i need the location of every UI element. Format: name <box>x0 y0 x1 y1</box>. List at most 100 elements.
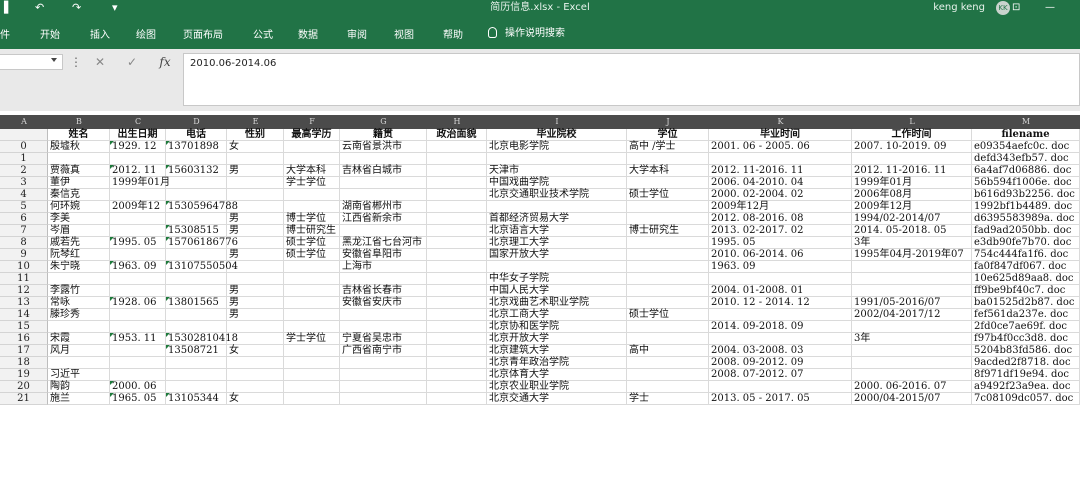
table-cell[interactable]: ff9be9bf40c7. doc <box>972 285 1080 297</box>
table-cell[interactable] <box>110 309 166 321</box>
formula-input[interactable]: 2010.06-2014.06 <box>183 53 1080 106</box>
table-cell[interactable]: 2009年12月 <box>709 201 852 213</box>
row-index[interactable]: 17 <box>0 345 48 357</box>
column-title[interactable]: 最高学历 <box>284 129 340 141</box>
table-cell[interactable] <box>284 153 340 165</box>
row-index[interactable]: 0 <box>0 141 48 153</box>
table-cell[interactable] <box>340 381 427 393</box>
tab-2[interactable]: 插入 <box>90 26 110 41</box>
table-cell[interactable] <box>284 285 340 297</box>
table-cell[interactable]: 天津市 <box>487 165 627 177</box>
row-index[interactable]: 8 <box>0 237 48 249</box>
table-cell[interactable] <box>110 189 166 201</box>
table-cell[interactable] <box>48 273 110 285</box>
table-cell[interactable]: 殷墟秋 <box>48 141 110 153</box>
table-cell[interactable] <box>110 321 166 333</box>
column-header-b[interactable]: B <box>48 115 110 129</box>
table-cell[interactable] <box>427 225 487 237</box>
table-cell[interactable] <box>340 393 427 405</box>
row-index[interactable]: 2 <box>0 165 48 177</box>
table-cell[interactable]: 2fd0ce7ae69f. doc <box>972 321 1080 333</box>
table-cell[interactable]: ba01525d2b87. doc <box>972 297 1080 309</box>
table-cell[interactable] <box>852 369 972 381</box>
column-title[interactable]: 学位 <box>627 129 709 141</box>
table-cell[interactable] <box>284 357 340 369</box>
table-cell[interactable] <box>110 249 166 261</box>
table-cell[interactable] <box>427 333 487 345</box>
table-cell[interactable]: 1963. 09 <box>709 261 852 273</box>
table-cell[interactable] <box>48 321 110 333</box>
table-cell[interactable] <box>284 201 340 213</box>
table-cell[interactable] <box>427 345 487 357</box>
table-cell[interactable] <box>284 297 340 309</box>
table-cell[interactable] <box>227 321 284 333</box>
row-index[interactable]: 19 <box>0 369 48 381</box>
table-cell[interactable] <box>427 201 487 213</box>
table-cell[interactable]: 2012. 11-2016. 11 <box>852 165 972 177</box>
table-cell[interactable]: 常咏 <box>48 297 110 309</box>
table-cell[interactable] <box>110 357 166 369</box>
table-cell[interactable]: 北京体育大学 <box>487 369 627 381</box>
table-cell[interactable] <box>627 201 709 213</box>
table-cell[interactable] <box>340 177 427 189</box>
table-cell[interactable]: 北京交通大学 <box>487 393 627 405</box>
column-title[interactable]: 姓名 <box>48 129 110 141</box>
table-cell[interactable] <box>427 165 487 177</box>
table-cell[interactable]: 754c444fa1f6. doc <box>972 249 1080 261</box>
table-cell[interactable]: 2002/04-2017/12 <box>852 309 972 321</box>
table-cell[interactable]: 2000. 06 <box>110 381 166 393</box>
table-cell[interactable] <box>427 153 487 165</box>
table-cell[interactable] <box>48 357 110 369</box>
table-cell[interactable]: 硕士学位 <box>284 237 340 249</box>
table-cell[interactable] <box>340 309 427 321</box>
table-cell[interactable]: 1965. 05 <box>110 393 166 405</box>
table-cell[interactable]: 1991/05-2016/07 <box>852 297 972 309</box>
column-header-k[interactable]: K <box>709 115 852 129</box>
column-header-e[interactable]: E <box>227 115 284 129</box>
table-cell[interactable] <box>427 177 487 189</box>
table-cell[interactable]: 朱宁晓 <box>48 261 110 273</box>
table-cell[interactable]: 戚若先 <box>48 237 110 249</box>
table-cell[interactable] <box>627 153 709 165</box>
table-cell[interactable] <box>427 297 487 309</box>
table-cell[interactable]: 2009年12月 <box>852 201 972 213</box>
table-cell[interactable]: 2008. 07-2012. 07 <box>709 369 852 381</box>
name-box[interactable] <box>0 54 63 70</box>
table-cell[interactable] <box>166 213 227 225</box>
table-cell[interactable]: 宋霞 <box>48 333 110 345</box>
avatar[interactable]: KK <box>996 1 1010 15</box>
table-cell[interactable]: 中国人民大学 <box>487 285 627 297</box>
table-cell[interactable] <box>284 261 340 273</box>
table-cell[interactable]: 2012. 11 <box>110 165 166 177</box>
table-cell[interactable]: 安徽省阜阳市 <box>340 249 427 261</box>
table-cell[interactable] <box>166 309 227 321</box>
column-header-j[interactable]: J <box>627 115 709 129</box>
table-cell[interactable] <box>427 189 487 201</box>
table-cell[interactable]: 学士学位 <box>284 177 340 189</box>
table-cell[interactable]: 国家开放大学 <box>487 249 627 261</box>
table-cell[interactable]: 1999年01月 <box>110 177 170 189</box>
table-cell[interactable] <box>227 201 284 213</box>
table-cell[interactable]: fef561da237e. doc <box>972 309 1080 321</box>
table-cell[interactable]: 男 <box>227 309 284 321</box>
column-title[interactable]: 出生日期 <box>110 129 166 141</box>
table-cell[interactable] <box>627 357 709 369</box>
table-cell[interactable] <box>709 309 852 321</box>
table-cell[interactable] <box>852 321 972 333</box>
table-cell[interactable] <box>166 381 227 393</box>
column-title[interactable]: filename <box>972 129 1080 141</box>
table-cell[interactable] <box>487 201 627 213</box>
table-cell[interactable]: 北京协和医学院 <box>487 321 627 333</box>
table-cell[interactable] <box>427 309 487 321</box>
table-cell[interactable] <box>166 285 227 297</box>
table-cell[interactable] <box>166 189 227 201</box>
table-cell[interactable] <box>627 249 709 261</box>
table-cell[interactable]: 学士学位 <box>284 333 340 345</box>
tab-0[interactable]: 件 <box>0 26 10 41</box>
table-cell[interactable] <box>627 321 709 333</box>
table-cell[interactable]: 3年 <box>852 333 972 345</box>
table-cell[interactable]: 北京电影学院 <box>487 141 627 153</box>
table-cell[interactable]: 北京语言大学 <box>487 225 627 237</box>
table-cell[interactable] <box>110 213 166 225</box>
table-cell[interactable]: 北京农业职业学院 <box>487 381 627 393</box>
